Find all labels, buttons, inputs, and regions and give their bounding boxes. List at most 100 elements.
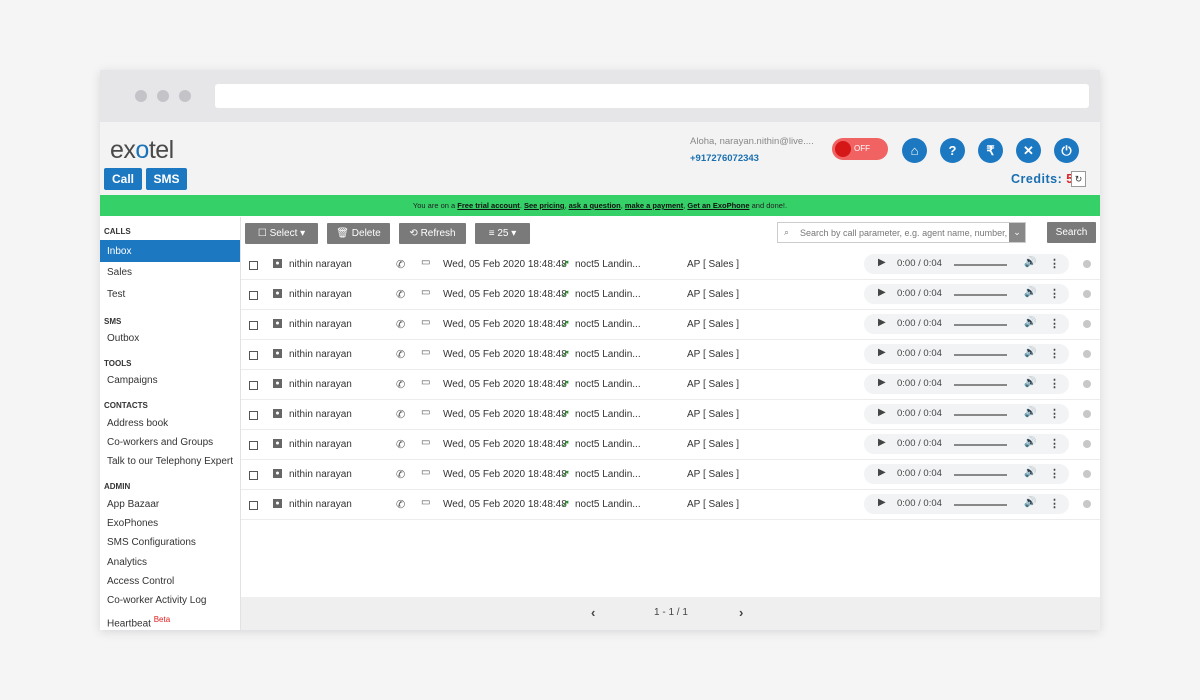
- more-icon[interactable]: ⋮: [1049, 437, 1060, 450]
- volume-icon[interactable]: 🔊: [1024, 347, 1036, 358]
- table-row[interactable]: ● nithin narayan ✆ ▭ Wed, 05 Feb 2020 18…: [241, 460, 1100, 490]
- phone-icon[interactable]: ✆: [396, 498, 405, 511]
- window-maximize-dot[interactable]: [179, 90, 191, 102]
- table-row[interactable]: ● nithin narayan ✆ ▭ Wed, 05 Feb 2020 18…: [241, 430, 1100, 460]
- more-icon[interactable]: ⋮: [1049, 347, 1060, 360]
- play-icon[interactable]: ▶: [878, 287, 886, 298]
- select-dropdown[interactable]: ☐ Select ▾: [245, 223, 318, 244]
- audio-player[interactable]: ▶ 0:00 / 0:04 🔊 ⋮: [864, 344, 1069, 364]
- phone-icon[interactable]: ✆: [396, 348, 405, 361]
- audio-player[interactable]: ▶ 0:00 / 0:04 🔊 ⋮: [864, 284, 1069, 304]
- table-row[interactable]: ● nithin narayan ✆ ▭ Wed, 05 Feb 2020 18…: [241, 310, 1100, 340]
- audio-player[interactable]: ▶ 0:00 / 0:04 🔊 ⋮: [864, 494, 1069, 514]
- volume-icon[interactable]: 🔊: [1024, 437, 1036, 448]
- home-icon[interactable]: ⌂: [902, 138, 927, 163]
- sidebar-item-campaigns[interactable]: Campaigns: [107, 375, 158, 386]
- row-checkbox[interactable]: [249, 351, 258, 360]
- sidebar-item-coworkers[interactable]: Co-workers and Groups: [107, 437, 213, 448]
- address-bar[interactable]: [215, 84, 1089, 108]
- more-icon[interactable]: ⋮: [1049, 287, 1060, 300]
- audio-progress[interactable]: [954, 384, 1007, 386]
- audio-progress[interactable]: [954, 264, 1007, 266]
- message-icon[interactable]: ▭: [421, 467, 430, 478]
- row-checkbox[interactable]: [249, 261, 258, 270]
- volume-icon[interactable]: 🔊: [1024, 467, 1036, 478]
- message-icon[interactable]: ▭: [421, 437, 430, 448]
- table-row[interactable]: ● nithin narayan ✆ ▭ Wed, 05 Feb 2020 18…: [241, 370, 1100, 400]
- phone-icon[interactable]: ✆: [396, 318, 405, 331]
- sidebar-item-access-control[interactable]: Access Control: [107, 576, 174, 587]
- audio-progress[interactable]: [954, 414, 1007, 416]
- volume-icon[interactable]: 🔊: [1024, 497, 1036, 508]
- row-checkbox[interactable]: [249, 291, 258, 300]
- sidebar-item-exophones[interactable]: ExoPhones: [107, 518, 158, 529]
- delete-button[interactable]: 🗑 Delete: [327, 223, 390, 244]
- more-icon[interactable]: ⋮: [1049, 317, 1060, 330]
- row-checkbox[interactable]: [249, 411, 258, 420]
- phone-icon[interactable]: ✆: [396, 408, 405, 421]
- tools-icon[interactable]: ✕: [1016, 138, 1041, 163]
- sidebar-item-outbox[interactable]: Outbox: [107, 333, 139, 344]
- banner-link-exophone[interactable]: Get an ExoPhone: [687, 201, 749, 210]
- audio-player[interactable]: ▶ 0:00 / 0:04 🔊 ⋮: [864, 374, 1069, 394]
- message-icon[interactable]: ▭: [421, 377, 430, 388]
- phone-icon[interactable]: ✆: [396, 468, 405, 481]
- audio-player[interactable]: ▶ 0:00 / 0:04 🔊 ⋮: [864, 434, 1069, 454]
- row-checkbox[interactable]: [249, 381, 258, 390]
- phone-icon[interactable]: ✆: [396, 258, 405, 271]
- audio-player[interactable]: ▶ 0:00 / 0:04 🔊 ⋮: [864, 464, 1069, 484]
- sidebar-item-analytics[interactable]: Analytics: [107, 557, 147, 568]
- audio-progress[interactable]: [954, 474, 1007, 476]
- phone-icon[interactable]: ✆: [396, 378, 405, 391]
- volume-icon[interactable]: 🔊: [1024, 317, 1036, 328]
- chevron-left-icon[interactable]: ‹: [591, 605, 595, 620]
- refresh-button[interactable]: ⟲ Refresh: [399, 223, 466, 244]
- audio-progress[interactable]: [954, 324, 1007, 326]
- play-icon[interactable]: ▶: [878, 257, 886, 268]
- message-icon[interactable]: ▭: [421, 407, 430, 418]
- window-close-dot[interactable]: [135, 90, 147, 102]
- table-row[interactable]: ● nithin narayan ✆ ▭ Wed, 05 Feb 2020 18…: [241, 490, 1100, 520]
- search-button[interactable]: Search: [1047, 222, 1096, 243]
- sidebar-item-sales[interactable]: Sales: [107, 267, 132, 278]
- help-icon[interactable]: ?: [940, 138, 965, 163]
- credits-refresh-icon[interactable]: ↻: [1071, 171, 1086, 187]
- audio-progress[interactable]: [954, 504, 1007, 506]
- phone-icon[interactable]: ✆: [396, 288, 405, 301]
- sidebar-item-address-book[interactable]: Address book: [107, 418, 168, 429]
- volume-icon[interactable]: 🔊: [1024, 377, 1036, 388]
- sidebar-item-test[interactable]: Test: [107, 289, 125, 300]
- banner-link-payment[interactable]: make a payment: [625, 201, 683, 210]
- row-checkbox[interactable]: [249, 441, 258, 450]
- table-row[interactable]: ● nithin narayan ✆ ▭ Wed, 05 Feb 2020 18…: [241, 280, 1100, 310]
- chevron-right-icon[interactable]: ›: [739, 605, 743, 620]
- banner-link-pricing[interactable]: See pricing: [524, 201, 564, 210]
- phone-icon[interactable]: ✆: [396, 438, 405, 451]
- audio-progress[interactable]: [954, 294, 1007, 296]
- play-icon[interactable]: ▶: [878, 377, 886, 388]
- play-icon[interactable]: ▶: [878, 437, 886, 448]
- table-row[interactable]: ● nithin narayan ✆ ▭ Wed, 05 Feb 2020 18…: [241, 250, 1100, 280]
- table-row[interactable]: ● nithin narayan ✆ ▭ Wed, 05 Feb 2020 18…: [241, 340, 1100, 370]
- sidebar-item-inbox-label[interactable]: Inbox: [107, 246, 131, 257]
- message-icon[interactable]: ▭: [421, 257, 430, 268]
- sidebar-item-activity-log[interactable]: Co-worker Activity Log: [107, 595, 206, 606]
- more-icon[interactable]: ⋮: [1049, 257, 1060, 270]
- sidebar-item-heartbeat[interactable]: Heartbeat Beta: [107, 615, 170, 629]
- more-icon[interactable]: ⋮: [1049, 407, 1060, 420]
- sidebar-item-sms-config[interactable]: SMS Configurations: [107, 537, 196, 548]
- rupee-icon[interactable]: ₹: [978, 138, 1003, 163]
- play-icon[interactable]: ▶: [878, 317, 886, 328]
- message-icon[interactable]: ▭: [421, 287, 430, 298]
- audio-progress[interactable]: [954, 354, 1007, 356]
- search-input[interactable]: ⌕ Search by call parameter, e.g. agent n…: [777, 222, 1026, 243]
- message-icon[interactable]: ▭: [421, 497, 430, 508]
- audio-player[interactable]: ▶ 0:00 / 0:04 🔊 ⋮: [864, 404, 1069, 424]
- exotel-logo[interactable]: exotel: [110, 136, 174, 165]
- more-icon[interactable]: ⋮: [1049, 377, 1060, 390]
- volume-icon[interactable]: 🔊: [1024, 257, 1036, 268]
- window-minimize-dot[interactable]: [157, 90, 169, 102]
- sidebar-item-app-bazaar[interactable]: App Bazaar: [107, 499, 159, 510]
- volume-icon[interactable]: 🔊: [1024, 407, 1036, 418]
- sidebar-item-expert[interactable]: Talk to our Telephony Expert: [107, 456, 233, 467]
